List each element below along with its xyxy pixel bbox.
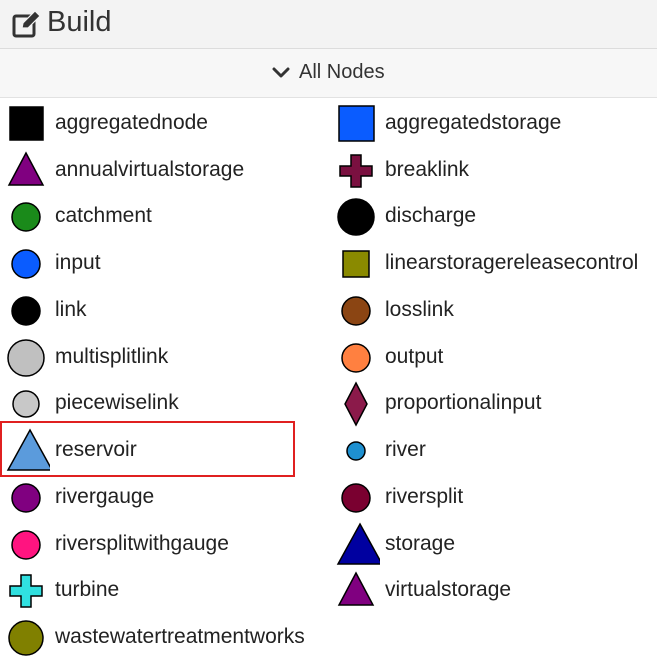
node-label: aggregatedstorage [385,111,562,134]
node-rivergauge-icon [11,483,41,513]
node-label: link [55,298,87,321]
node-label: annualvirtualstorage [55,158,245,181]
node-input-icon [11,249,41,279]
node-label: breaklink [385,158,470,181]
node-label: multisplitlink [55,345,169,368]
node-losslink-icon [341,296,371,326]
node-label: turbine [55,578,120,601]
node-virtualstorage-icon [337,571,375,606]
node-label: discharge [385,204,477,227]
node-label: riversplit [385,485,464,508]
node-riversplitwithgauge-icon [11,530,41,560]
node-proportionalinput-icon [344,381,368,427]
node-label: storage [385,532,456,555]
reservoir-highlight-box [0,421,295,477]
node-label: output [385,345,444,368]
node-label: virtualstorage [385,578,512,601]
node-multisplitlink-icon [7,339,45,377]
node-label: input [55,251,101,274]
node-aggregatednode-icon [9,106,44,141]
node-linearstoragereleasecontrol-icon [342,250,370,278]
node-wastewatertreatmentworks-icon [8,620,44,656]
node-turbine-icon [9,574,43,608]
node-output-icon [341,343,371,373]
chevron-down-icon [272,67,290,77]
node-label: riversplitwithgauge [55,532,229,555]
node-label: piecewiselink [55,391,179,414]
node-label: losslink [385,298,454,321]
node-breaklink-icon [339,154,373,188]
build-header: Build [0,0,657,49]
node-catchment-icon [11,202,41,232]
node-label: linearstoragereleasecontrol [385,251,639,274]
node-label: wastewatertreatmentworks [55,625,305,648]
all-nodes-label: All Nodes [299,61,385,83]
node-label: rivergauge [55,485,155,508]
all-nodes-toggle[interactable]: All Nodes [0,49,657,98]
node-river-icon [346,441,366,461]
node-link-icon [11,296,41,326]
build-title: Build [47,6,112,38]
node-label: proportionalinput [385,391,542,414]
node-label: catchment [55,204,152,227]
node-label: river [385,438,426,461]
node-storage-icon [336,522,380,565]
node-aggregatedstorage-icon [338,105,375,142]
node-label: aggregatednode [55,111,208,134]
edit-icon [12,10,41,38]
node-discharge-icon [337,198,375,236]
node-annualvirtualstorage-icon [7,151,45,186]
node-riversplit-icon [341,483,371,513]
